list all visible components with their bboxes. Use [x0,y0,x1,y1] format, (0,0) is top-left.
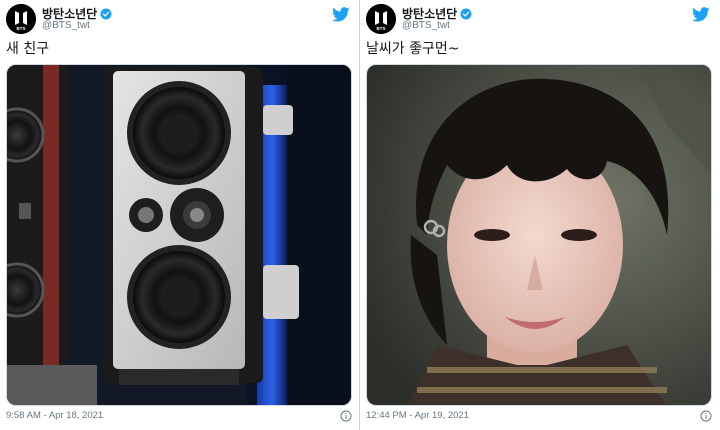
avatar-logo-text: BTS [377,26,386,31]
tweet-card[interactable]: BTS 방탄소년단 @BTS_twt 새 친구 9:58 AM - Apr 18… [0,0,360,430]
tweet-header: BTS 방탄소년단 @BTS_twt [6,4,354,34]
verified-badge-icon [460,8,472,19]
timestamp[interactable]: 12:44 PM - Apr 19, 2021 [366,410,469,421]
info-icon[interactable] [700,410,712,422]
avatar[interactable]: BTS [6,4,36,34]
tweet-media-image[interactable] [366,64,712,406]
tweet-footer: 12:44 PM - Apr 19, 2021 [366,410,712,424]
bts-logo-icon: BTS [6,4,36,34]
selfie-photo-icon [367,65,711,405]
tweet-text: 날씨가 좋구먼~ [366,41,460,57]
verified-badge-icon [100,8,112,19]
tweet-header: BTS 방탄소년단 @BTS_twt [366,4,714,34]
avatar[interactable]: BTS [366,4,396,34]
bts-logo-icon: BTS [366,4,396,34]
twitter-bird-icon[interactable] [332,7,350,22]
studio-speaker-photo-icon [7,65,351,405]
tweet-footer: 9:58 AM - Apr 18, 2021 [6,410,352,424]
tweet-card[interactable]: BTS 방탄소년단 @BTS_twt 날씨가 좋구먼~ 12:44 PM - A… [360,0,720,430]
info-icon[interactable] [340,410,352,422]
user-handle[interactable]: @BTS_twt [402,20,450,31]
tweet-media-image[interactable] [6,64,352,406]
twitter-bird-icon[interactable] [692,7,710,22]
tweet-text: 새 친구 [6,41,50,57]
avatar-logo-text: BTS [17,26,26,31]
timestamp[interactable]: 9:58 AM - Apr 18, 2021 [6,410,103,421]
user-handle[interactable]: @BTS_twt [42,20,90,31]
